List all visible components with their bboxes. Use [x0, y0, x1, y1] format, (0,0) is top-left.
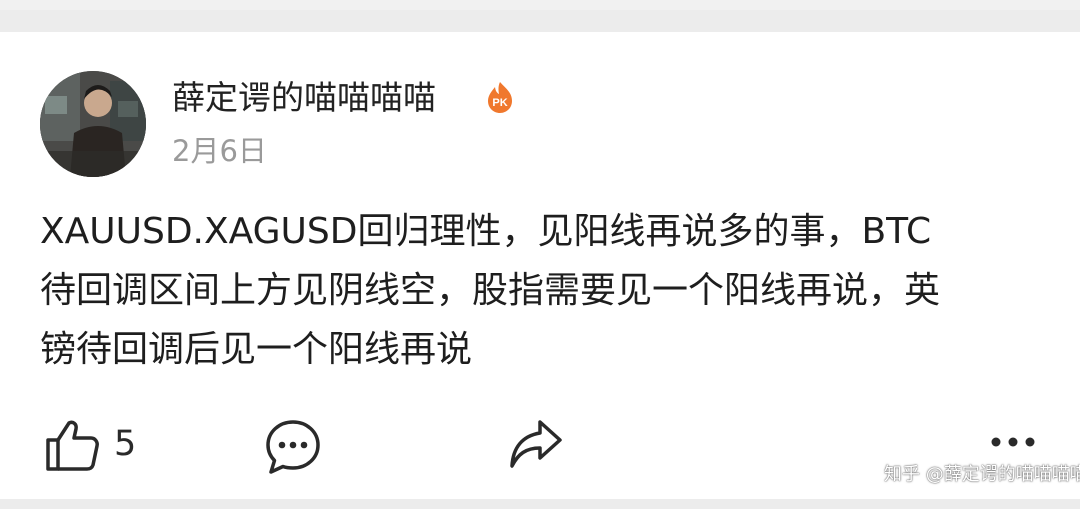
more-options-button[interactable]: [988, 430, 1038, 454]
share-icon: [510, 420, 562, 468]
post-text-line: XAUUSD.XAGUSD回归理性，见阳线再说多的事，BTC: [40, 211, 932, 252]
top-separator-line: [0, 10, 1080, 32]
like-count: 5: [114, 424, 137, 464]
avatar[interactable]: [40, 71, 146, 177]
avatar-image: [40, 71, 146, 177]
comment-button[interactable]: [264, 418, 322, 476]
watermark: 知乎 @薛定谔的喵喵喵喵: [884, 464, 1080, 485]
post-text-line: 待回调区间上方见阴线空，股指需要见一个阳线再说，英: [40, 270, 941, 311]
more-icon: [991, 437, 1035, 447]
thumbs-up-icon: [46, 420, 99, 471]
creator-badge-icon: PK: [483, 80, 517, 114]
badge-label: PK: [492, 97, 507, 109]
bottom-separator: [0, 499, 1080, 509]
share-button[interactable]: [508, 418, 564, 470]
comment-icon: [266, 420, 320, 474]
like-button[interactable]: 5: [44, 416, 174, 474]
post-date: 2月6日: [172, 134, 267, 168]
author-name[interactable]: 薛定谔的喵喵喵喵: [172, 76, 436, 120]
post-text-line: 镑待回调后见一个阳线再说: [40, 329, 473, 370]
post-body: XAUUSD.XAGUSD回归理性，见阳线再说多的事，BTC 待回调区间上方见阴…: [40, 202, 1050, 379]
